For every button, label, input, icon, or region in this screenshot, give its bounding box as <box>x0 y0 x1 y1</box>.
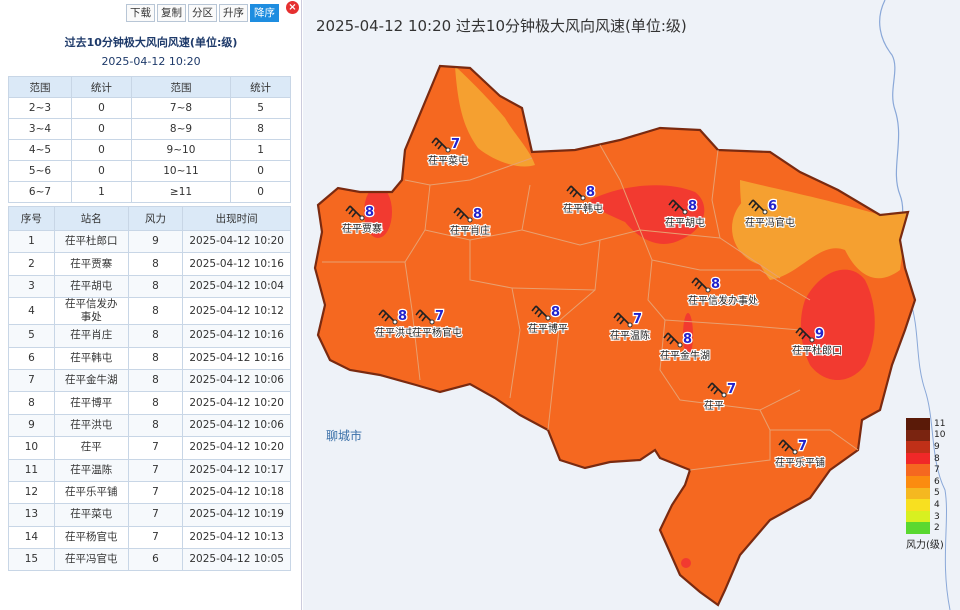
legend-label: 5 <box>934 488 940 499</box>
station-wind-value: 7 <box>435 309 444 324</box>
station-name: 茌平信发办事处 <box>688 294 758 307</box>
station-wind-value: 8 <box>551 305 560 320</box>
station-name: 茌平博平 <box>528 322 568 335</box>
station-dot <box>429 319 435 325</box>
station-name: 茌平肖庄 <box>450 224 490 237</box>
station-dot <box>721 392 727 398</box>
station-dot <box>762 209 768 215</box>
legend-swatch <box>906 522 930 534</box>
station-dot <box>445 147 451 153</box>
station-dot <box>545 315 551 321</box>
legend-item: 11 <box>906 418 954 430</box>
wind-map[interactable]: 7 茌平菜屯 8 茌平贾寨 8 茌平肖庄 8 茌平韩屯 8 茌平胡屯 6 茌平冯官屯 8 茌平信发办事处 8… <box>0 0 960 610</box>
legend-unit: 风力(级) <box>906 539 944 551</box>
station-name: 茌平 <box>704 400 724 412</box>
station-dot <box>682 209 688 215</box>
station-dot <box>809 337 815 343</box>
legend-swatch <box>906 464 930 476</box>
city-label: 聊城市 <box>326 429 363 443</box>
station-name: 茌平贾寨 <box>342 222 382 235</box>
legend-swatch <box>906 499 930 511</box>
station-wind-value: 7 <box>798 439 807 454</box>
station-name: 茌平胡屯 <box>665 216 705 229</box>
station-name: 茌平韩屯 <box>563 202 603 215</box>
legend-swatch <box>906 429 930 442</box>
station-wind-value: 7 <box>727 382 736 397</box>
legend-item: 10 <box>906 429 954 442</box>
station-wind-value: 8 <box>688 199 697 214</box>
map-title: 2025-04-12 10:20 过去10分钟极大风向风速(单位:级) <box>316 17 687 35</box>
station-wind-value: 9 <box>815 327 824 342</box>
legend-swatch <box>906 475 930 488</box>
legend-swatch <box>906 487 930 500</box>
legend-label: 3 <box>934 511 940 522</box>
station-wind-value: 8 <box>473 207 482 222</box>
station-wind-value: 8 <box>398 309 407 324</box>
station-dot <box>792 449 798 455</box>
station-name: 茌平杨官屯 <box>412 326 462 339</box>
wind-legend: 11 10 9 8 7 6 5 4 3 2 风力(级) <box>906 418 954 551</box>
legend-item: 3 <box>906 510 954 523</box>
station-name: 茌平洪屯 <box>375 326 415 339</box>
legend-label: 4 <box>934 499 940 510</box>
legend-label: 9 <box>934 441 940 452</box>
legend-item: 2 <box>906 522 954 534</box>
station-wind-value: 8 <box>683 332 692 347</box>
station-name: 茌平菜屯 <box>428 154 468 167</box>
station-wind-value: 7 <box>451 137 460 152</box>
station-wind-value: 8 <box>586 185 595 200</box>
station-dot <box>627 322 633 328</box>
station-name: 茌平冯官屯 <box>745 216 795 229</box>
station-wind-value: 7 <box>633 312 642 327</box>
station-name: 茌平金牛湖 <box>660 349 710 362</box>
station-wind-value: 8 <box>365 205 374 220</box>
legend-swatch <box>906 452 930 465</box>
station-dot <box>677 342 683 348</box>
legend-label: 2 <box>934 523 940 534</box>
station-dot <box>359 215 365 221</box>
station-name: 茌平温陈 <box>610 329 650 342</box>
legend-item: 5 <box>906 487 954 500</box>
legend-label: 11 <box>934 418 946 429</box>
legend-swatch <box>906 418 930 430</box>
legend-item: 9 <box>906 441 954 453</box>
station-wind-value: 6 <box>768 199 777 214</box>
legend-item: 8 <box>906 452 954 465</box>
station-dot <box>467 217 473 223</box>
station-dot <box>580 195 586 201</box>
legend-label: 7 <box>934 465 940 476</box>
station-name: 茌平杜郎口 <box>792 344 842 357</box>
legend-label: 8 <box>934 453 940 464</box>
legend-swatch <box>906 441 930 453</box>
legend-item: 7 <box>906 464 954 476</box>
legend-item: 4 <box>906 499 954 511</box>
legend-label: 10 <box>934 430 946 441</box>
legend-item: 6 <box>906 475 954 488</box>
station-name: 茌平乐平铺 <box>775 456 825 469</box>
station-dot <box>392 319 398 325</box>
station-dot <box>705 287 711 293</box>
station-wind-value: 8 <box>711 277 720 292</box>
legend-label: 6 <box>934 476 940 487</box>
legend-swatch <box>906 510 930 523</box>
